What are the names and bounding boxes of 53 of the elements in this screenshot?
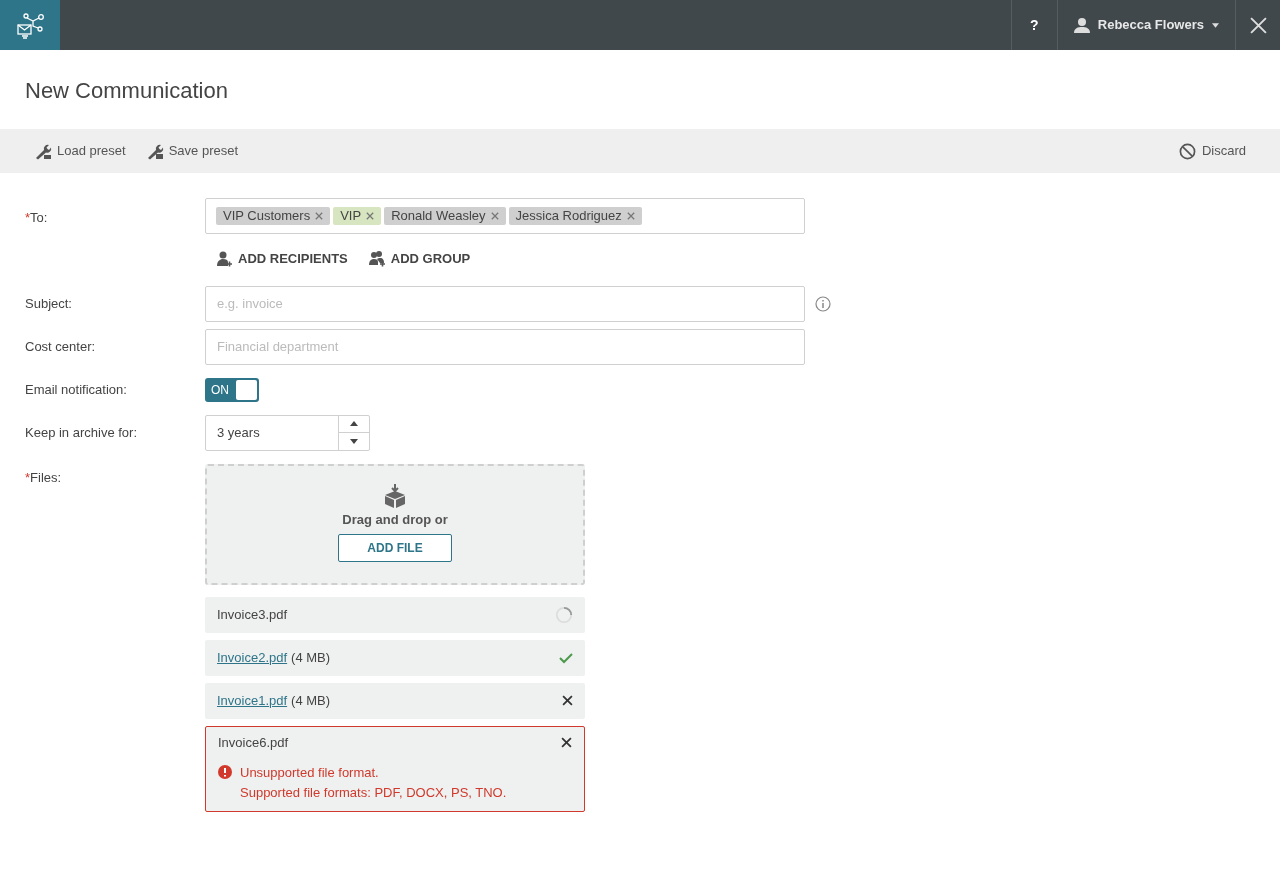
file-size: (4 MB) xyxy=(291,691,331,710)
error-message: Unsupported file format. xyxy=(240,763,380,782)
info-icon[interactable] xyxy=(815,295,831,312)
field-label: Email notification: xyxy=(25,380,127,399)
field-label: Keep in archive for: xyxy=(25,423,137,442)
decrement-icon[interactable] xyxy=(350,438,358,444)
close-icon xyxy=(1249,16,1267,34)
tag-label: Ronald Weasley xyxy=(391,207,486,226)
error-message: Supported file formats: PDF, DOCX, PS, TNO. xyxy=(240,783,507,802)
user-icon xyxy=(1073,17,1090,33)
preset-button[interactable]: Load preset xyxy=(34,141,126,161)
spinner-icon xyxy=(555,605,573,624)
field-label: Cost center: xyxy=(25,337,96,356)
discard-button[interactable]: Discard xyxy=(1178,141,1246,161)
add-button[interactable]: ADD GROUP xyxy=(367,249,471,269)
help-button[interactable]: ? xyxy=(1010,0,1057,50)
users-plus-icon xyxy=(367,249,386,268)
toggle-switch[interactable]: ON xyxy=(205,377,259,402)
user-plus-icon xyxy=(215,249,233,268)
add-button[interactable]: ADD RECIPIENTS xyxy=(215,249,348,269)
field-label: Files: xyxy=(30,468,62,487)
preset-button[interactable]: Save preset xyxy=(145,141,239,161)
add-file-button[interactable]: ADD FILE xyxy=(338,534,452,562)
user-menu[interactable]: Rebecca Flowers xyxy=(1056,0,1235,50)
close-icon[interactable] xyxy=(561,737,572,748)
required-mark: * xyxy=(25,468,31,487)
field-label: To: xyxy=(30,209,48,227)
tag-label: VIP xyxy=(340,207,362,226)
drop-zone[interactable]: Drag and drop or ADD FILE xyxy=(205,463,585,585)
wrench-icon xyxy=(34,142,52,160)
required-mark: * xyxy=(25,209,31,227)
page-title: New Communication xyxy=(24,77,229,105)
file-name: Invoice3.pdf xyxy=(217,605,288,624)
text-field[interactable]: Financial department xyxy=(205,328,805,365)
close-icon[interactable] xyxy=(562,695,573,706)
number-stepper[interactable]: 3 years xyxy=(205,414,370,451)
app-logo[interactable] xyxy=(0,0,60,50)
prohibited-icon xyxy=(1178,142,1196,160)
field-label: Subject: xyxy=(25,294,72,313)
increment-icon[interactable] xyxy=(350,421,358,427)
text-field[interactable]: e.g. invoice xyxy=(205,285,805,322)
tag-label: VIP Customers xyxy=(223,207,311,226)
file-link[interactable]: Invoice2.pdf xyxy=(217,647,288,668)
alert-icon xyxy=(218,764,232,779)
drop-hint: Drag and drop or xyxy=(342,510,448,529)
box-download-icon xyxy=(383,483,407,508)
tag-label: Jessica Rodriguez xyxy=(515,207,622,226)
file-size: (4 MB) xyxy=(291,648,331,667)
caret-icon xyxy=(1212,22,1219,28)
file-name: Invoice6.pdf xyxy=(218,733,289,752)
check-icon xyxy=(559,650,573,665)
file-link[interactable]: Invoice1.pdf xyxy=(217,690,288,711)
email-network-icon xyxy=(15,10,45,40)
